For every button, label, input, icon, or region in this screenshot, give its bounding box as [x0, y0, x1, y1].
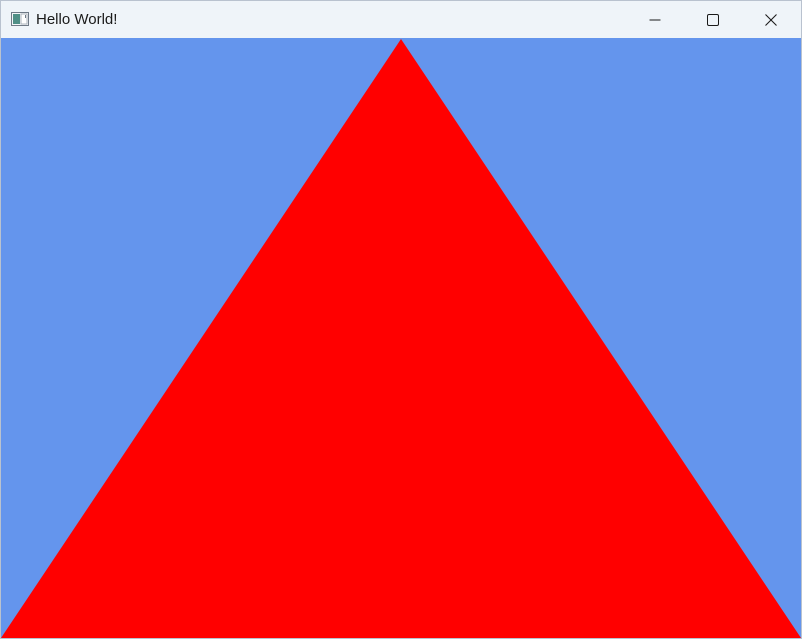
app-icon: [11, 12, 29, 26]
minimize-icon: [649, 14, 661, 26]
close-button[interactable]: [742, 1, 800, 38]
window-title: Hello World!: [36, 11, 118, 28]
minimize-button[interactable]: [626, 1, 684, 38]
render-surface: [1, 38, 801, 638]
title-bar[interactable]: Hello World!: [1, 1, 801, 38]
render-canvas[interactable]: [1, 38, 801, 638]
maximize-icon: [707, 13, 719, 26]
maximize-button[interactable]: [684, 1, 742, 38]
app-window: Hello World!: [0, 0, 802, 639]
close-icon: [765, 13, 777, 26]
